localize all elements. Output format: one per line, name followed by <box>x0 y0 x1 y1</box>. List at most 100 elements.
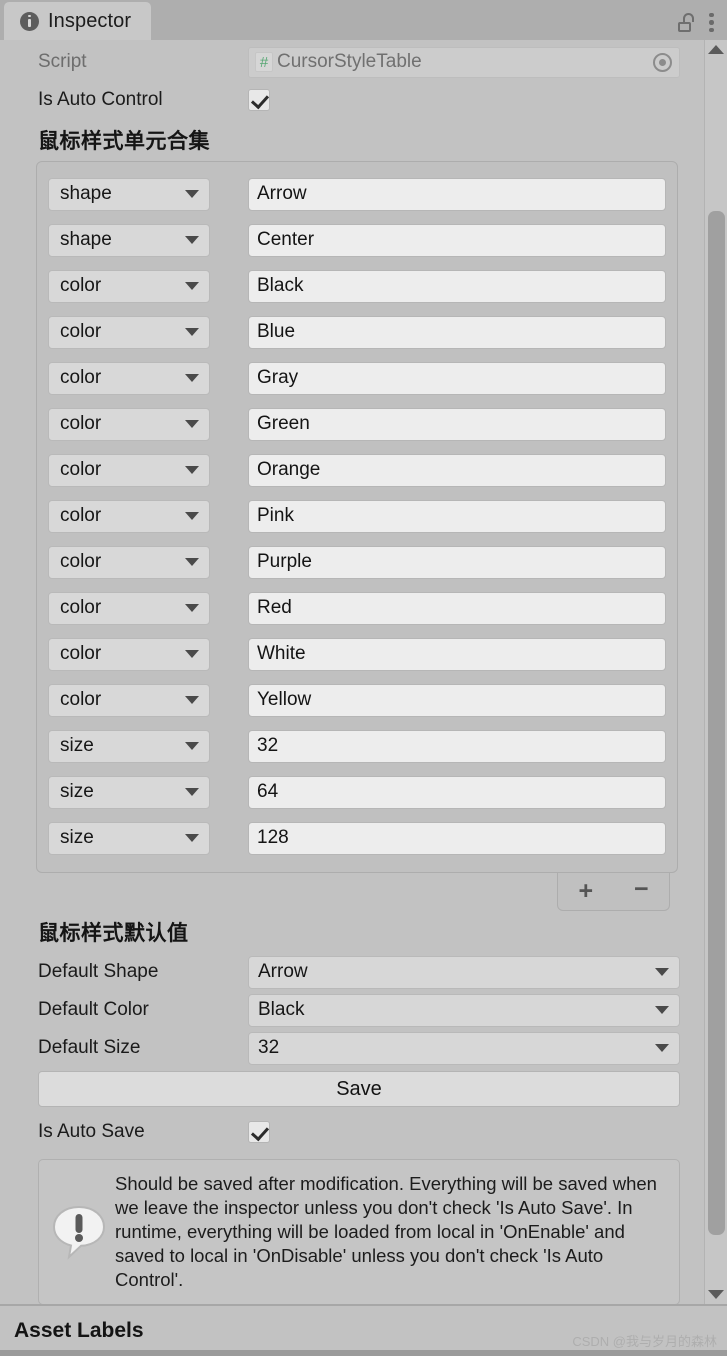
save-button[interactable]: Save <box>38 1071 680 1107</box>
chevron-down-icon <box>185 420 199 428</box>
watermark: CSDN @我与岁月的森林 <box>572 1334 717 1349</box>
script-label: Script <box>38 51 87 72</box>
list-item-value-input[interactable]: White <box>248 637 666 671</box>
list-item: color Blue <box>48 309 666 355</box>
list-item: color Black <box>48 263 666 309</box>
list-item-type-dropdown[interactable]: color <box>48 683 210 717</box>
list-item-type-dropdown[interactable]: color <box>48 499 210 533</box>
list-item-type-label: color <box>60 597 102 618</box>
list-item-type-label: size <box>60 735 94 756</box>
scroll-down-arrow-icon[interactable] <box>708 1290 724 1299</box>
inspector-body: Script # CursorStyleTable Is Auto Contro… <box>0 40 727 1304</box>
list-item-type-dropdown[interactable]: color <box>48 637 210 671</box>
list-item-type-label: size <box>60 827 94 848</box>
default-color-dropdown[interactable]: Black <box>248 993 680 1027</box>
list-item-value-input[interactable]: 64 <box>248 775 666 809</box>
chevron-down-icon <box>185 834 199 842</box>
asset-labels-footer: Asset Labels CSDN @我与岁月的森林 <box>0 1304 727 1356</box>
is-auto-control-checkbox[interactable] <box>248 89 270 111</box>
list-item-value-input[interactable]: Black <box>248 269 666 303</box>
chevron-down-icon <box>185 466 199 474</box>
scrollbar-thumb[interactable] <box>708 211 725 1235</box>
list-item: shape Center <box>48 217 666 263</box>
chevron-down-icon <box>185 374 199 382</box>
list-item-value-input[interactable]: Orange <box>248 453 666 487</box>
list-item-value-input[interactable]: Blue <box>248 315 666 349</box>
script-object-name: CursorStyleTable <box>277 51 422 72</box>
default-size-value: 32 <box>258 1037 280 1058</box>
list-item-value-input[interactable]: Yellow <box>248 683 666 717</box>
default-size-dropdown[interactable]: 32 <box>248 1031 680 1065</box>
add-item-button[interactable]: + <box>578 879 593 904</box>
tab-inspector[interactable]: Inspector <box>4 2 152 40</box>
script-object-field[interactable]: # CursorStyleTable <box>248 46 680 78</box>
list-item-type-dropdown[interactable]: color <box>48 453 210 487</box>
list-item: size 64 <box>48 769 666 815</box>
object-picker-icon[interactable] <box>653 52 672 72</box>
tabbar-actions <box>678 12 727 41</box>
bottom-strip <box>0 1350 727 1356</box>
list-item-type-dropdown[interactable]: color <box>48 361 210 395</box>
default-color-row: Default Color Black <box>0 991 692 1029</box>
exclamation-speech-bubble-icon <box>51 1203 109 1261</box>
cursor-style-list: shape Arrow shape Center color Black col… <box>36 161 678 873</box>
remove-item-button[interactable]: − <box>634 877 649 902</box>
inspector-tabbar: Inspector <box>0 0 727 40</box>
info-circle-icon <box>20 11 39 31</box>
list-item-value-input[interactable]: Arrow <box>248 177 666 211</box>
list-section-title: 鼠标样式单元合集 <box>38 130 210 153</box>
csharp-script-icon: # <box>255 52 273 72</box>
chevron-down-icon <box>655 1006 669 1014</box>
list-item-value-input[interactable]: Gray <box>248 361 666 395</box>
chevron-down-icon <box>185 282 199 290</box>
list-item-type-dropdown[interactable]: color <box>48 269 210 303</box>
list-item-type-dropdown[interactable]: shape <box>48 177 210 211</box>
list-item-value-input[interactable]: 128 <box>248 821 666 855</box>
defaults-section-title: 鼠标样式默认值 <box>38 922 189 945</box>
list-item-value-input[interactable]: Green <box>248 407 666 441</box>
default-shape-row: Default Shape Arrow <box>0 953 692 991</box>
list-item: color Gray <box>48 355 666 401</box>
list-item-type-label: color <box>60 643 102 664</box>
inspector-window: Inspector Script # CursorStyleTable Is A… <box>0 0 727 1356</box>
list-item-type-dropdown[interactable]: color <box>48 591 210 625</box>
list-item-type-dropdown[interactable]: color <box>48 315 210 349</box>
default-shape-value: Arrow <box>258 961 308 982</box>
default-shape-dropdown[interactable]: Arrow <box>248 955 680 989</box>
list-item-value-input[interactable]: Red <box>248 591 666 625</box>
list-item-type-dropdown[interactable]: color <box>48 545 210 579</box>
list-item-value-input[interactable]: 32 <box>248 729 666 763</box>
is-auto-control-label: Is Auto Control <box>38 89 163 110</box>
scrollbar-track[interactable] <box>705 59 727 1285</box>
vertical-scrollbar[interactable] <box>704 40 727 1304</box>
scroll-up-arrow-icon[interactable] <box>708 45 724 54</box>
list-item: color White <box>48 631 666 677</box>
list-item-type-label: color <box>60 551 102 572</box>
list-item-type-dropdown[interactable]: size <box>48 729 210 763</box>
kebab-menu-icon[interactable] <box>709 12 714 32</box>
default-shape-label: Default Shape <box>38 961 159 982</box>
chevron-down-icon <box>185 236 199 244</box>
list-item-type-dropdown[interactable]: shape <box>48 223 210 257</box>
chevron-down-icon <box>655 1044 669 1052</box>
list-item-value-input[interactable]: Purple <box>248 545 666 579</box>
default-size-label: Default Size <box>38 1037 141 1058</box>
list-item: color Green <box>48 401 666 447</box>
list-item-type-label: color <box>60 275 102 296</box>
list-item-type-label: color <box>60 505 102 526</box>
list-item-value-input[interactable]: Pink <box>248 499 666 533</box>
script-row: Script # CursorStyleTable <box>0 43 692 81</box>
list-item: color Purple <box>48 539 666 585</box>
list-item-type-dropdown[interactable]: size <box>48 821 210 855</box>
list-item-type-dropdown[interactable]: size <box>48 775 210 809</box>
list-item-type-label: size <box>60 781 94 802</box>
is-auto-save-checkbox[interactable] <box>248 1121 270 1143</box>
list-item: color Pink <box>48 493 666 539</box>
list-footer: + − <box>36 873 678 911</box>
list-item-value-input[interactable]: Center <box>248 223 666 257</box>
unlocked-padlock-icon[interactable] <box>678 12 695 32</box>
chevron-down-icon <box>185 604 199 612</box>
list-item: size 32 <box>48 723 666 769</box>
list-item-type-dropdown[interactable]: color <box>48 407 210 441</box>
chevron-down-icon <box>185 742 199 750</box>
